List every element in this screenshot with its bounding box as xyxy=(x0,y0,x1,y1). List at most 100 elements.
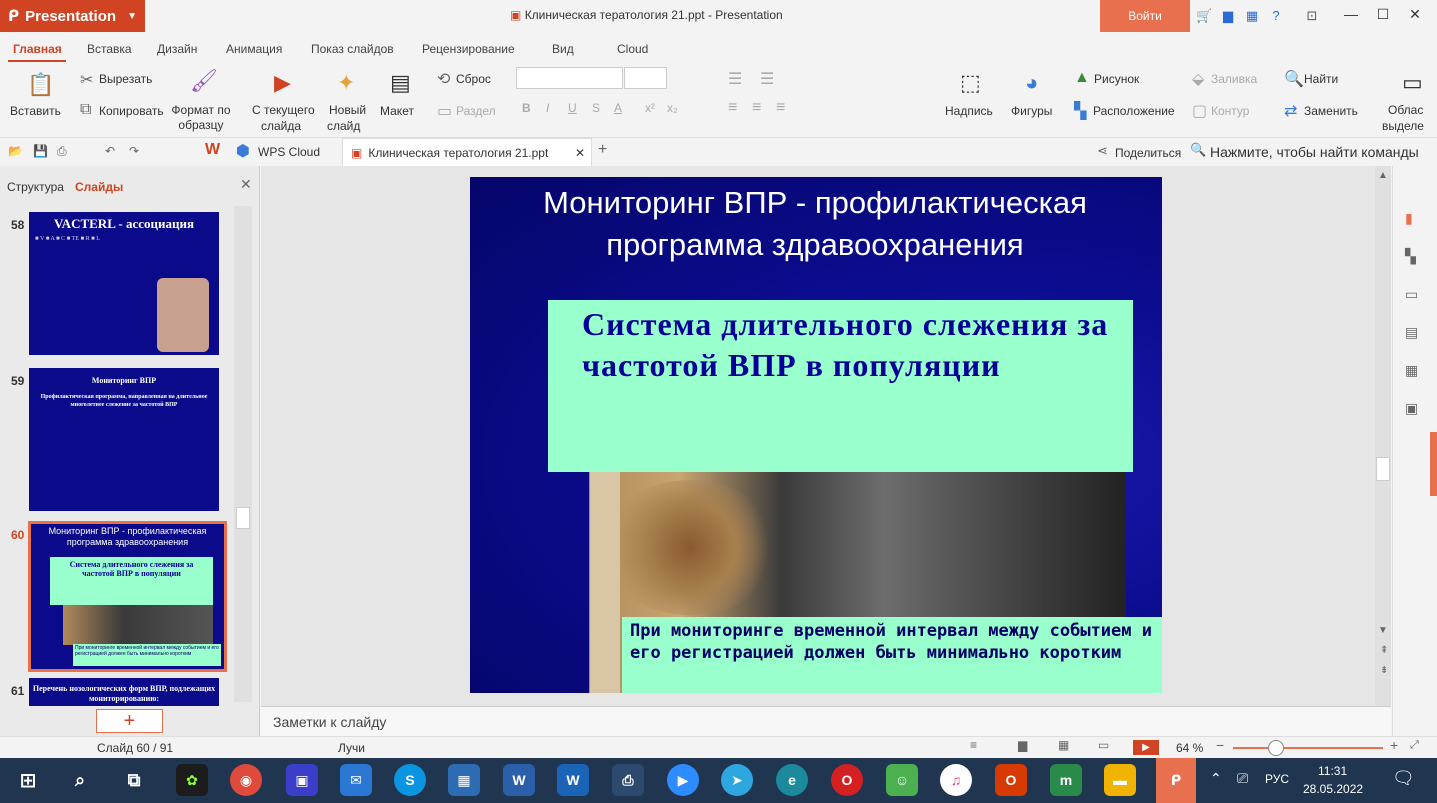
clover-icon[interactable]: ✿ xyxy=(176,764,208,796)
tab-slides[interactable]: Слайды xyxy=(75,180,123,194)
wps-cloud-icon[interactable]: ⬢ xyxy=(236,141,250,161)
zoom-in-icon[interactable]: + xyxy=(1390,737,1398,753)
from-current-line2[interactable]: слайда xyxy=(261,119,301,133)
selection-pane-line1[interactable]: Облас xyxy=(1388,103,1423,117)
windows-start-icon[interactable]: ⊞ xyxy=(12,764,44,796)
layout-icon[interactable]: ▤ xyxy=(390,70,411,96)
clock-time[interactable]: 11:31 xyxy=(1318,764,1347,778)
tab-cloud[interactable]: Cloud xyxy=(617,42,648,56)
notes-toggle-icon[interactable]: ≡ xyxy=(970,738,977,752)
shapes-button[interactable]: Фигуры xyxy=(1011,104,1052,118)
file-explorer-icon[interactable]: ▬ xyxy=(1104,764,1136,796)
zoom-level[interactable]: 64 % xyxy=(1176,741,1203,755)
itunes-icon[interactable]: ♫ xyxy=(940,764,972,796)
superscript-button[interactable]: x² xyxy=(645,101,655,115)
thumbnail-slide-59[interactable]: Мониторинг ВПР Профилактическая программ… xyxy=(29,368,219,511)
add-slide-button[interactable]: + xyxy=(96,709,163,733)
align-right-icon[interactable]: ≡ xyxy=(776,99,785,117)
font-name-select[interactable] xyxy=(516,67,623,89)
find-button[interactable]: Найти xyxy=(1304,72,1338,86)
replace-button[interactable]: Заменить xyxy=(1304,104,1358,118)
minimize-button[interactable]: — xyxy=(1336,6,1366,26)
outline-icon[interactable]: ▢ xyxy=(1192,101,1207,121)
close-tab-icon[interactable]: ✕ xyxy=(575,146,585,160)
document-tab[interactable]: ▣ Клиническая тератология 21.ppt ✕ xyxy=(342,138,592,166)
section-button[interactable]: Раздел xyxy=(456,104,496,118)
tab-home[interactable]: Главная xyxy=(13,42,62,56)
tab-design[interactable]: Дизайн xyxy=(157,42,197,56)
new-tab-icon[interactable]: + xyxy=(598,141,607,159)
side-panel-handle[interactable] xyxy=(1430,432,1437,496)
normal-view-icon[interactable]: ▆ xyxy=(1018,738,1027,752)
mail-icon[interactable]: ✉ xyxy=(340,764,372,796)
clock-date[interactable]: 28.05.2022 xyxy=(1303,782,1363,796)
bold-button[interactable]: B xyxy=(522,101,531,115)
properties-icon[interactable]: ▮ xyxy=(1405,210,1413,227)
from-current-line1[interactable]: С текущего xyxy=(252,103,315,117)
wps-logo-icon[interactable]: W xyxy=(205,141,220,159)
search-icon[interactable]: ⌕ xyxy=(64,764,96,796)
scissors-icon[interactable]: ✂ xyxy=(80,70,93,90)
font-size-select[interactable] xyxy=(624,67,667,89)
zoom-out-icon[interactable]: − xyxy=(1216,737,1224,753)
arrange-button[interactable]: Расположение xyxy=(1093,104,1175,118)
login-button[interactable]: Войти xyxy=(1100,0,1190,32)
reset-button[interactable]: Сброс xyxy=(456,72,491,86)
selection-pane-line2[interactable]: выделе xyxy=(1382,119,1424,133)
format-painter-icon[interactable]: 🖌 xyxy=(190,68,218,94)
textbox-icon[interactable]: ⬚ xyxy=(960,70,981,96)
notifications-icon[interactable]: 🗨 xyxy=(1392,768,1415,789)
command-search-icon[interactable]: 🔍 xyxy=(1190,142,1206,158)
edge-icon[interactable]: e xyxy=(776,764,808,796)
slide-sorter-icon[interactable]: ▦ xyxy=(1058,738,1069,752)
fill-icon[interactable]: ⬙ xyxy=(1192,69,1204,89)
editor-scroll-thumb[interactable] xyxy=(1376,457,1390,481)
textbox-button[interactable]: Надпись xyxy=(945,104,993,118)
thumbnail-slide-60[interactable]: Мониторинг ВПР - профилактическая програ… xyxy=(28,521,227,672)
next-slide-icon[interactable]: ⇟ xyxy=(1380,665,1388,676)
tray-chevron-icon[interactable]: ⌃ xyxy=(1210,770,1222,787)
reading-view-icon[interactable]: ▭ xyxy=(1098,738,1109,752)
numbering-icon[interactable]: ☰ xyxy=(760,69,774,89)
prev-slide-icon[interactable]: ⇞ xyxy=(1380,645,1388,656)
apps-icon[interactable]: ▦ xyxy=(1244,8,1260,24)
new-slide-line2[interactable]: слайд xyxy=(327,119,360,133)
tab-view[interactable]: Вид xyxy=(552,42,574,56)
reset-icon[interactable]: ⟲ xyxy=(437,69,450,89)
bullets-icon[interactable]: ☰ xyxy=(728,69,742,89)
paste-button[interactable]: Вставить xyxy=(10,104,61,118)
thumbs-scroll-thumb[interactable] xyxy=(236,507,250,529)
maximize-button[interactable]: ☐ xyxy=(1368,6,1398,26)
close-button[interactable]: ✕ xyxy=(1400,6,1430,26)
cut-button[interactable]: Вырезать xyxy=(99,72,152,86)
new-slide-line1[interactable]: Новый xyxy=(329,103,366,117)
backup-icon[interactable]: ▣ xyxy=(1405,400,1418,417)
align-center-icon[interactable]: ≡ xyxy=(752,99,761,117)
command-search-input[interactable]: Нажмите, чтобы найти команды xyxy=(1210,144,1419,160)
language-indicator[interactable]: РУС xyxy=(1265,772,1289,786)
share-button[interactable]: Поделиться xyxy=(1115,146,1181,160)
align-left-icon[interactable]: ≡ xyxy=(728,99,737,117)
tab-review[interactable]: Рецензирование xyxy=(422,42,515,56)
arrange-icon[interactable]: ▚ xyxy=(1074,101,1086,121)
printer-icon[interactable]: ⎙ xyxy=(612,764,644,796)
restore-panel-icon[interactable]: ⊡ xyxy=(1304,8,1320,24)
picture-button[interactable]: Рисунок xyxy=(1094,72,1139,86)
tab-outline[interactable]: Структура xyxy=(7,180,64,194)
office-icon[interactable]: O xyxy=(995,764,1027,796)
format-painter-button[interactable]: Формат по образцу xyxy=(171,103,231,133)
app-menu-button[interactable]: ᑭ Presentation ▼ xyxy=(0,0,145,32)
thumbnail-slide-58[interactable]: VACTERL - ассоциация ■ V ■ A ■ C ■ TE ■ … xyxy=(29,212,219,355)
italic-button[interactable]: I xyxy=(546,101,549,115)
picture-icon[interactable]: ▲ xyxy=(1074,69,1090,87)
wps-writer-icon[interactable]: W xyxy=(557,764,589,796)
close-panel-icon[interactable]: ✕ xyxy=(240,176,252,193)
word-icon[interactable]: ▆ xyxy=(1220,8,1236,24)
tab-slideshow[interactable]: Показ слайдов xyxy=(311,42,394,56)
word-icon[interactable]: W xyxy=(503,764,535,796)
paste-icon[interactable]: 📋 xyxy=(27,72,54,98)
wps-cloud-tab[interactable]: WPS Cloud xyxy=(258,145,320,159)
share-icon[interactable]: ⋖ xyxy=(1097,143,1108,159)
selection-pane-icon[interactable]: ▭ xyxy=(1402,70,1423,96)
help-icon[interactable]: ? xyxy=(1268,8,1284,24)
